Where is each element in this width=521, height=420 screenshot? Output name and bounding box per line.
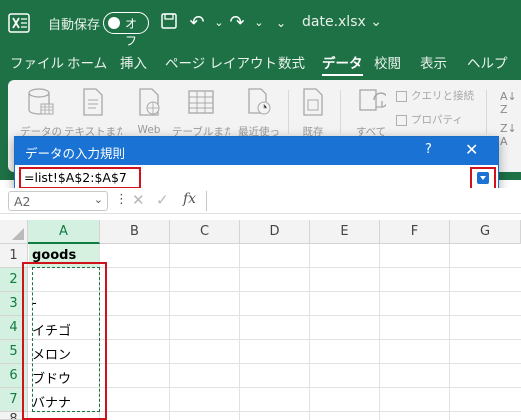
properties-icon [396, 114, 407, 126]
column-header-a[interactable]: A [28, 220, 100, 244]
tab-review[interactable]: 校閲 [374, 52, 401, 72]
column-header-g[interactable]: G [450, 220, 521, 244]
formula-bar: A2 ⌄ ⋮ ✕ ✓ fx [0, 188, 521, 214]
refresh-all-button[interactable]: すべて [342, 86, 400, 139]
tab-insert[interactable]: 挿入 [120, 52, 147, 72]
more-options-icon[interactable]: ⋮ [115, 192, 128, 207]
web-page-icon [139, 88, 160, 116]
tab-home[interactable]: ホーム [67, 52, 107, 72]
dialog-title-bar: データの入力規則 ? ✕ [15, 137, 498, 165]
column-gridline [379, 244, 380, 420]
formula-separator [206, 191, 207, 211]
ribbon-tabs: ファイル ホーム 挿入 ページ レイアウト 数式 データ 校閲 表示 ヘルプ [0, 46, 521, 77]
dialog-title: データの入力規則 [25, 146, 126, 161]
refresh-icon [359, 89, 389, 111]
properties-button[interactable]: プロパティ [396, 112, 463, 127]
autosave-toggle[interactable]: オフ [103, 12, 149, 48]
column-gridline [169, 244, 170, 420]
column-gridline [239, 244, 240, 420]
queries-connections-button[interactable]: クエリと接続 [396, 88, 474, 103]
tab-formulas[interactable]: 数式 [278, 52, 305, 72]
from-text-button[interactable]: テキストまた [64, 86, 122, 139]
ribbon-separator [486, 90, 487, 134]
column-header-f[interactable]: F [380, 220, 450, 244]
autosave-state: オフ [125, 17, 138, 48]
highlight-box [22, 262, 107, 420]
chevron-down-icon[interactable]: ⌄ [94, 193, 103, 206]
properties-label: プロパティ [411, 114, 463, 126]
sort-ascending-icon[interactable]: A↓ Z [500, 90, 517, 116]
recent-sources-button[interactable]: 最近使っ [230, 86, 288, 139]
tab-help[interactable]: ヘルプ [467, 52, 508, 72]
from-web-button[interactable]: Web [120, 86, 178, 136]
existing-connections-icon [303, 88, 323, 116]
tab-view[interactable]: 表示 [420, 52, 447, 72]
ribbon-separator [340, 90, 341, 134]
reference-field-area[interactable] [145, 168, 467, 188]
toggle-knob [108, 17, 120, 29]
tab-data[interactable]: データ [322, 52, 363, 77]
queries-connections-label: クエリと接続 [411, 90, 474, 102]
select-all-button[interactable] [0, 220, 28, 244]
column-header-b[interactable]: B [100, 220, 170, 244]
existing-connections-button[interactable]: 既存 [284, 86, 342, 139]
name-box-value: A2 [14, 194, 31, 209]
queries-icon [396, 90, 407, 102]
title-bar: 自動保存 オフ ↶ ⌄ ↷ ⌄ ⌄ date.xlsx ⌄ [0, 0, 521, 48]
column-header-e[interactable]: E [310, 220, 380, 244]
table-icon [188, 90, 214, 114]
tab-file[interactable]: ファイル [10, 52, 64, 72]
sort-descending-icon[interactable]: Z↓ A [500, 122, 517, 148]
from-web-label: Web [137, 124, 161, 136]
cancel-icon[interactable]: ✕ [132, 191, 145, 209]
expand-dialog-icon [477, 172, 489, 184]
help-button[interactable]: ? [425, 142, 432, 157]
get-data-button[interactable]: データの [12, 86, 70, 139]
file-name[interactable]: date.xlsx ⌄ [302, 14, 382, 30]
excel-logo-icon [8, 13, 30, 33]
column-gridline [449, 244, 450, 420]
tab-page-layout[interactable]: ページ レイアウト [165, 52, 277, 72]
file-name-text: date.xlsx [302, 14, 366, 30]
cell-a1[interactable]: goods [32, 248, 76, 263]
save-icon[interactable] [158, 12, 180, 34]
name-box[interactable]: A2 ⌄ [8, 191, 108, 211]
autosave-label: 自動保存 [48, 18, 101, 33]
redo-dropdown-icon[interactable]: ⌄ [248, 12, 270, 34]
source-reference-input[interactable]: =list!$A$2:$A$7 [19, 167, 141, 189]
recent-file-icon [248, 88, 271, 115]
column-gridline [309, 244, 310, 420]
database-icon [28, 88, 54, 115]
worksheet-grid[interactable]: A B C D E F G 1 2 3 4 5 6 7 8 goods - イチ… [0, 220, 521, 420]
insert-function-icon[interactable]: fx [183, 191, 196, 207]
close-button[interactable]: ✕ [465, 140, 478, 159]
from-table-button[interactable]: テーブルまた [172, 86, 230, 139]
column-header-d[interactable]: D [240, 220, 310, 244]
customize-toolbar-icon[interactable]: ⌄ [270, 12, 292, 34]
text-file-icon [83, 88, 103, 116]
redo-icon[interactable]: ↷ [226, 12, 248, 34]
expand-dialog-button[interactable] [470, 167, 496, 190]
enter-icon[interactable]: ✓ [156, 191, 169, 209]
data-validation-dialog: データの入力規則 ? ✕ =list!$A$2:$A$7 [14, 136, 499, 192]
undo-icon[interactable]: ↶ [186, 12, 208, 34]
column-header-c[interactable]: C [170, 220, 240, 244]
